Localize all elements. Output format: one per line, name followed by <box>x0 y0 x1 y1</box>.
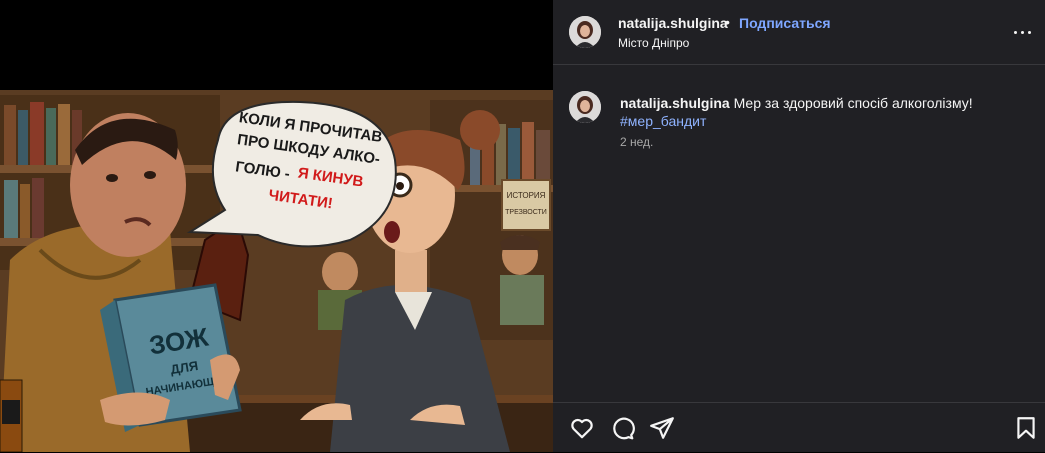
author-avatar[interactable] <box>569 16 601 48</box>
hashtag-link[interactable]: #мер_бандит <box>620 112 706 130</box>
post-header: natalija.shulgina • Подписаться Місто Дн… <box>553 0 1045 65</box>
action-bar <box>553 402 1045 453</box>
caption-avatar[interactable] <box>569 91 601 123</box>
post-side-panel: natalija.shulgina • Подписаться Місто Дн… <box>553 0 1045 452</box>
caption-text: Мер за здоровий спосіб алкоголізму! <box>733 95 973 111</box>
author-username[interactable]: natalija.shulgina <box>618 15 728 31</box>
post-time[interactable]: 2 нед. <box>620 135 653 149</box>
location-link[interactable]: Місто Дніпро <box>618 36 689 50</box>
separator-dot: • <box>725 14 730 30</box>
sign-line-2: ТРЕЗВОСТИ <box>505 209 547 216</box>
comment-icon[interactable] <box>609 415 635 441</box>
follow-button[interactable]: Подписаться <box>739 15 831 31</box>
sign-line-1: ИСТОРИЯ <box>507 191 546 200</box>
caption-username[interactable]: natalija.shulgina <box>620 95 730 111</box>
send-icon[interactable] <box>649 415 675 441</box>
heart-icon[interactable] <box>569 415 595 441</box>
post-media[interactable]: ИСТОРИЯ ТРЕЗВОСТИ ЗОЖ ДЛЯ НАЧИНАЮЩИХ КОЛ… <box>0 0 553 452</box>
cartoon-image: ИСТОРИЯ ТРЕЗВОСТИ ЗОЖ ДЛЯ НАЧИНАЮЩИХ КОЛ… <box>0 0 553 452</box>
caption: natalija.shulgina Мер за здоровий спосіб… <box>620 94 1020 130</box>
more-horizontal-icon[interactable] <box>1010 22 1036 42</box>
bookmark-icon[interactable] <box>1013 415 1039 441</box>
